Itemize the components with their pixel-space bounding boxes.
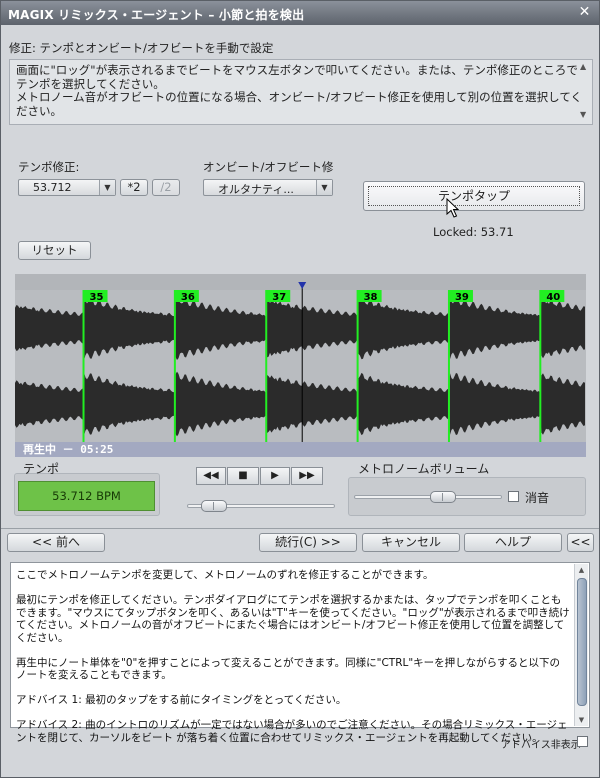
advice-paragraph-5: アドバイス 2: 曲のイントロのリズムが一定ではない場合が多いのでご注意ください… — [16, 719, 568, 744]
scroll-up-icon[interactable]: ▲ — [575, 564, 588, 576]
bar-number: 37 — [272, 292, 286, 303]
instruction-box: 画面に"ロッグ"が表示されるまでビートをマウス左ボタンで叩いてください。または、… — [9, 59, 593, 125]
beat-fix-dropdown[interactable]: オルタナティ... ▼ — [203, 179, 333, 196]
separator — [1, 528, 599, 529]
hide-advice-checkbox[interactable] — [577, 736, 588, 747]
waveform-view[interactable]: 35 36 37 38 39 40 再生中 － 05:25 — [15, 274, 586, 457]
tempo-double-button[interactable]: *2 — [120, 179, 148, 196]
metronome-volume-track[interactable] — [354, 495, 502, 499]
locked-tempo-text: Locked: 53.71 — [433, 225, 514, 239]
playback-status: 再生中 － 05:25 — [23, 443, 114, 456]
remix-agent-window: MAGIX リミックス・エージェント – 小節と拍を検出 ✕ 修正: テンポとオ… — [0, 0, 600, 778]
instruction-text-1: 画面に"ロッグ"が表示されるまでビートをマウス左ボタンで叩いてください。または、… — [16, 63, 578, 91]
tempo-group-label: テンポ — [23, 462, 60, 476]
position-slider-thumb[interactable] — [200, 500, 227, 512]
tempo-tap-label: テンポタップ — [368, 186, 580, 206]
reset-button[interactable]: リセット — [18, 241, 91, 260]
tempo-fix-dropdown[interactable]: 53.712 ▼ — [18, 179, 116, 196]
chevron-down-icon[interactable]: ▼ — [316, 180, 332, 195]
advice-text: ここでメトロノームテンポを変更して、メトロノームのずれを修正することができます。… — [16, 569, 570, 757]
rewind-icon: ◀◀ — [203, 470, 219, 481]
prev-button[interactable]: << 前へ — [7, 533, 105, 552]
help-button[interactable]: ヘルプ — [464, 533, 562, 552]
title-bar[interactable]: MAGIX リミックス・エージェント – 小節と拍を検出 ✕ — [1, 1, 599, 25]
bar-number: 39 — [455, 292, 469, 303]
mute-label: 消音 — [525, 491, 550, 505]
scroll-up-icon[interactable]: ▲ — [580, 62, 590, 72]
play-icon: ▶ — [271, 470, 279, 481]
bar-number: 35 — [90, 292, 104, 303]
mouse-cursor-icon — [446, 198, 459, 218]
advice-scrollbar[interactable]: ▲ ▼ — [574, 564, 588, 726]
bar-number: 36 — [181, 292, 195, 303]
stop-icon: ■ — [238, 470, 248, 481]
bar-number: 38 — [364, 292, 378, 303]
instruction-text-2: メトロノーム音がオフビートの位置になる場合、オンビート/オフビート修正を使用して… — [16, 90, 582, 118]
beat-fix-label: オンビート/オフビート修 — [203, 160, 334, 174]
tempo-fix-value: 53.712 — [33, 181, 72, 194]
advice-paragraph-4: アドバイス 1: 最初のタップをする前にタイミングをとってください。 — [16, 694, 347, 706]
tempo-fix-label: テンポ修正: — [18, 160, 80, 174]
section-header: 修正: テンポとオンビート/オフビートを手動で設定 — [9, 41, 274, 55]
collapse-advice-button[interactable]: << — [567, 533, 594, 552]
close-icon[interactable]: ✕ — [576, 4, 593, 21]
tempo-tap-button[interactable]: テンポタップ — [363, 181, 585, 211]
forward-button[interactable]: ▶▶ — [291, 467, 323, 485]
hide-advice-label: アドバイス非表示 — [501, 740, 581, 751]
instruction-scroll[interactable]: ▲ ▼ — [580, 62, 590, 120]
advice-paragraph-3: 再生中にノート単体を"0"を押すことによって変えることができます。同様に"CTR… — [16, 656, 560, 682]
metronome-volume-thumb[interactable] — [429, 491, 456, 503]
tempo-half-button[interactable]: /2 — [152, 179, 180, 196]
forward-icon: ▶▶ — [299, 470, 315, 481]
beat-fix-value: オルタナティ... — [218, 183, 294, 196]
stop-button[interactable]: ■ — [227, 467, 259, 485]
waveform-svg[interactable]: 35 36 37 38 39 40 — [15, 274, 586, 457]
advice-panel: ここでメトロノームテンポを変更して、メトロノームのずれを修正することができます。… — [10, 562, 590, 744]
scroll-down-icon[interactable]: ▼ — [580, 110, 590, 120]
mute-checkbox[interactable] — [508, 491, 519, 502]
advice-scroll-thumb[interactable] — [577, 578, 587, 706]
next-button[interactable]: 続行(C) >> — [259, 533, 357, 552]
play-button[interactable]: ▶ — [260, 467, 290, 485]
bar-number: 40 — [546, 292, 560, 303]
tempo-bpm-display: 53.712 BPM — [18, 481, 155, 511]
advice-paragraph-2: 最初にテンポを修正してください。テンポダイアログにてテンポを選択するかまたは、タ… — [16, 594, 570, 644]
window-title: MAGIX リミックス・エージェント – 小節と拍を検出 — [8, 8, 305, 22]
cancel-button[interactable]: キャンセル — [362, 533, 460, 552]
metronome-label: メトロノームボリューム — [358, 462, 490, 476]
rewind-button[interactable]: ◀◀ — [196, 467, 226, 485]
chevron-down-icon[interactable]: ▼ — [99, 180, 115, 195]
advice-paragraph-1: ここでメトロノームテンポを変更して、メトロノームのずれを修正することができます。 — [16, 569, 434, 581]
scroll-down-icon[interactable]: ▼ — [575, 714, 588, 726]
